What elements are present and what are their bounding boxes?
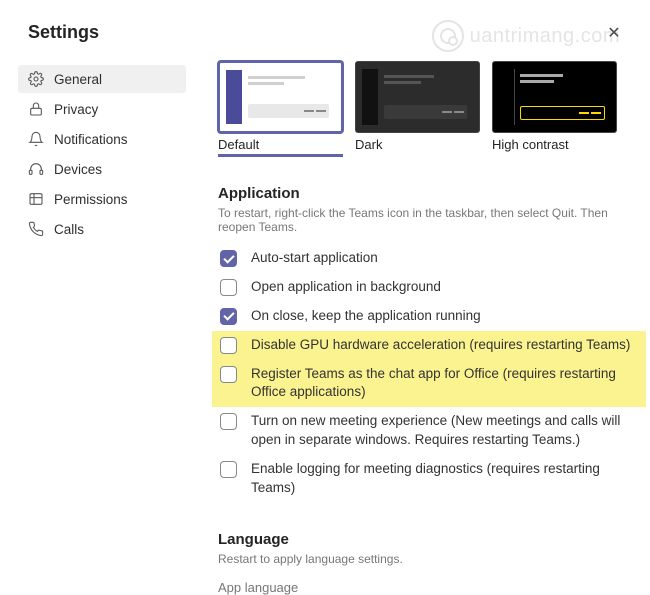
theme-label: Default xyxy=(218,137,343,157)
option-auto-start: Auto-start application xyxy=(218,244,646,273)
option-disable-gpu: Disable GPU hardware acceleration (requi… xyxy=(212,331,646,360)
checkbox-label: Open application in background xyxy=(251,278,441,297)
close-button[interactable]: ✕ xyxy=(602,23,626,43)
sidebar-item-notifications[interactable]: Notifications xyxy=(18,125,186,153)
checkbox-disable-gpu[interactable] xyxy=(220,337,237,354)
sidebar-item-calls[interactable]: Calls xyxy=(18,215,186,243)
application-subtext: To restart, right-click the Teams icon i… xyxy=(218,206,646,234)
sidebar-item-label: Permissions xyxy=(54,192,128,207)
sidebar-item-privacy[interactable]: Privacy xyxy=(18,95,186,123)
checkbox-register-chat-app[interactable] xyxy=(220,366,237,383)
checkbox-label: Auto-start application xyxy=(251,249,378,268)
sidebar-item-label: Calls xyxy=(54,222,84,237)
close-icon: ✕ xyxy=(607,25,620,42)
checkbox-label: Register Teams as the chat app for Offic… xyxy=(251,365,638,403)
checkbox-auto-start[interactable] xyxy=(220,250,237,267)
language-subtext: Restart to apply language settings. xyxy=(218,552,646,566)
option-register-chat-app: Register Teams as the chat app for Offic… xyxy=(212,360,646,408)
sidebar-item-devices[interactable]: Devices xyxy=(18,155,186,183)
theme-preview-high-contrast xyxy=(492,61,617,133)
headset-icon xyxy=(28,161,44,177)
theme-option-dark[interactable]: Dark xyxy=(355,61,480,157)
settings-sidebar: General Privacy Notifications Devices Pe xyxy=(0,61,200,595)
theme-option-default[interactable]: Default xyxy=(218,61,343,157)
checkbox-label: Enable logging for meeting diagnostics (… xyxy=(251,460,646,498)
checkbox-keep-running[interactable] xyxy=(220,308,237,325)
page-title: Settings xyxy=(28,22,99,43)
sidebar-item-label: Notifications xyxy=(54,132,128,147)
checkbox-label: On close, keep the application running xyxy=(251,307,481,326)
theme-option-high-contrast[interactable]: High contrast xyxy=(492,61,617,157)
option-open-background: Open application in background xyxy=(218,273,646,302)
checkbox-label: Turn on new meeting experience (New meet… xyxy=(251,412,646,450)
option-enable-logging: Enable logging for meeting diagnostics (… xyxy=(218,455,646,503)
theme-selector: Default Dark High contrast xyxy=(218,61,646,157)
sidebar-item-label: General xyxy=(54,72,102,87)
language-heading: Language xyxy=(218,531,646,548)
lock-icon xyxy=(28,101,44,117)
sidebar-item-permissions[interactable]: Permissions xyxy=(18,185,186,213)
sidebar-item-label: Devices xyxy=(54,162,102,177)
theme-label: High contrast xyxy=(492,137,617,152)
phone-icon xyxy=(28,221,44,237)
app-language-select[interactable]: App language xyxy=(218,580,646,595)
checkbox-new-meeting-experience[interactable] xyxy=(220,413,237,430)
theme-preview-dark xyxy=(355,61,480,133)
sidebar-item-general[interactable]: General xyxy=(18,65,186,93)
checkbox-open-background[interactable] xyxy=(220,279,237,296)
checkbox-label: Disable GPU hardware acceleration (requi… xyxy=(251,336,630,355)
theme-preview-default xyxy=(218,61,343,133)
bell-icon xyxy=(28,131,44,147)
permissions-icon xyxy=(28,191,44,207)
checkbox-enable-logging[interactable] xyxy=(220,461,237,478)
option-keep-running: On close, keep the application running xyxy=(218,302,646,331)
sidebar-item-label: Privacy xyxy=(54,102,98,117)
theme-label: Dark xyxy=(355,137,480,152)
gear-icon xyxy=(28,71,44,87)
option-new-meeting-experience: Turn on new meeting experience (New meet… xyxy=(218,407,646,455)
application-heading: Application xyxy=(218,185,646,202)
settings-content: Default Dark High contrast Application T… xyxy=(200,61,650,595)
